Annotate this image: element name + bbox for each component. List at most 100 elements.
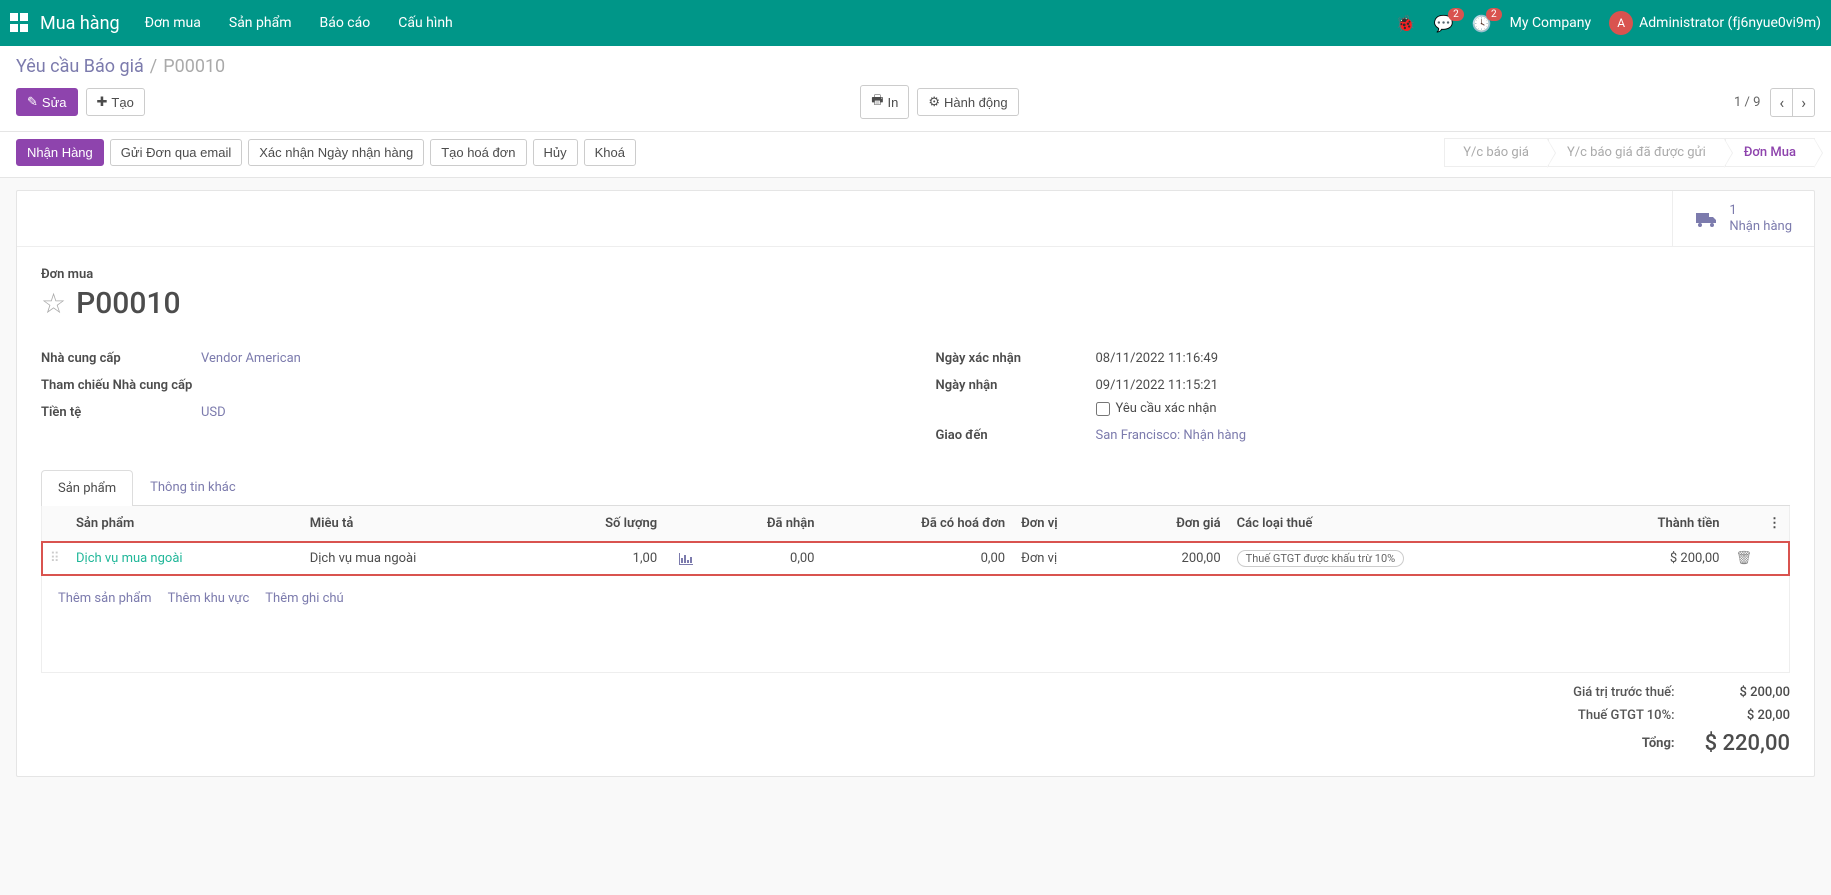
avatar: A: [1609, 11, 1633, 35]
stat-label: Nhận hàng: [1729, 219, 1792, 235]
untaxed-label: Giá trị trước thuế:: [1573, 685, 1674, 700]
stat-count: 1: [1729, 203, 1792, 219]
lock-button[interactable]: Khoá: [584, 139, 636, 166]
cell-subtotal: $ 200,00: [1579, 542, 1728, 576]
th-taxes[interactable]: Các loại thuế: [1229, 506, 1579, 542]
deliver-to-label: Giao đến: [936, 428, 1096, 443]
app-brand[interactable]: Mua hàng: [40, 13, 120, 34]
cell-product[interactable]: Dịch vụ mua ngoài: [76, 551, 183, 566]
messages-icon[interactable]: 💬2: [1434, 14, 1454, 33]
messages-badge: 2: [1448, 8, 1464, 21]
activities-icon[interactable]: 🕓2: [1472, 14, 1492, 33]
activities-badge: 2: [1486, 8, 1502, 21]
order-lines-table: Sản phẩm Miêu tả Số lượng Đã nhận Đã có …: [41, 506, 1790, 673]
stat-receipts[interactable]: 1 Nhận hàng: [1672, 191, 1814, 246]
tab-products[interactable]: Sản phẩm: [41, 470, 133, 506]
add-product-link[interactable]: Thêm sản phẩm: [58, 591, 152, 606]
action-button[interactable]: ⚙Hành động: [917, 88, 1018, 116]
plus-icon: ✚: [97, 94, 108, 110]
nav-products[interactable]: Sản phẩm: [229, 15, 292, 31]
user-menu[interactable]: A Administrator (fj6nyue0vi9m): [1609, 11, 1821, 35]
nav-config[interactable]: Cấu hình: [398, 15, 453, 31]
nav-reports[interactable]: Báo cáo: [319, 15, 370, 31]
send-email-button[interactable]: Gửi Đơn qua email: [110, 139, 242, 166]
cell-desc[interactable]: Dịch vụ mua ngoài: [302, 542, 536, 576]
truck-icon: [1695, 207, 1719, 231]
confirm-date-value: 08/11/2022 11:16:49: [1096, 351, 1791, 366]
tab-other-info[interactable]: Thông tin khác: [133, 469, 252, 505]
pencil-icon: ✎: [27, 94, 38, 110]
untaxed-value: $ 200,00: [1705, 685, 1790, 700]
total-value: $ 220,00: [1705, 731, 1790, 756]
tabs: Sản phẩm Thông tin khác: [41, 469, 1790, 506]
confirm-date-label: Ngày xác nhận: [936, 351, 1096, 366]
vendor-ref-label: Tham chiếu Nhà cung cấp: [41, 378, 201, 393]
vendor-value[interactable]: Vendor American: [201, 351, 301, 366]
breadcrumb-parent[interactable]: Yêu cầu Báo giá: [16, 56, 144, 77]
currency-label: Tiền tệ: [41, 405, 201, 420]
pager-text[interactable]: 1 / 9: [1734, 95, 1760, 110]
ask-confirm-label: Yêu cầu xác nhận: [1116, 401, 1217, 416]
gear-icon: ⚙: [928, 94, 940, 110]
user-name: Administrator (fj6nyue0vi9m): [1639, 15, 1821, 31]
tax-label: Thuế GTGT 10%:: [1573, 708, 1674, 723]
pager-next[interactable]: ›: [1793, 89, 1814, 116]
cell-qty[interactable]: 1,00: [535, 542, 665, 576]
th-price[interactable]: Đơn giá: [1113, 506, 1228, 542]
status-steps: Y/c báo giá Y/c báo giá đã được gửi Đơn …: [1444, 138, 1815, 167]
th-received[interactable]: Đã nhận: [701, 506, 822, 542]
th-optional-toggle[interactable]: ⋮: [1760, 506, 1789, 542]
cell-tax-tag[interactable]: Thuế GTGT được khấu trừ 10%: [1237, 550, 1405, 567]
print-icon: 🖶: [871, 91, 883, 113]
delete-row-icon[interactable]: 🗑: [1735, 551, 1752, 566]
th-uom[interactable]: Đơn vị: [1013, 506, 1113, 542]
total-label: Tổng:: [1573, 736, 1674, 751]
confirm-date-button[interactable]: Xác nhận Ngày nhận hàng: [248, 139, 424, 166]
th-subtotal[interactable]: Thành tiền: [1579, 506, 1728, 542]
company-switcher[interactable]: My Company: [1510, 15, 1592, 31]
cell-uom[interactable]: Đơn vị: [1013, 542, 1113, 576]
create-bill-button[interactable]: Tạo hoá đơn: [430, 139, 526, 166]
debug-icon[interactable]: 🐞: [1396, 14, 1416, 33]
edit-button[interactable]: ✎Sửa: [16, 88, 78, 116]
vendor-label: Nhà cung cấp: [41, 351, 201, 366]
doc-name: P00010: [76, 286, 180, 321]
print-button[interactable]: 🖶In: [860, 85, 909, 119]
th-qty[interactable]: Số lượng: [535, 506, 665, 542]
create-button[interactable]: ✚Tạo: [86, 88, 145, 116]
tax-value: $ 20,00: [1705, 708, 1790, 723]
cell-billed[interactable]: 0,00: [823, 542, 1014, 576]
deliver-to-value[interactable]: San Francisco: Nhận hàng: [1096, 428, 1247, 443]
totals: Giá trị trước thuế: $ 200,00 Thuế GTGT 1…: [41, 685, 1790, 756]
add-note-link[interactable]: Thêm ghi chú: [265, 591, 343, 606]
breadcrumb: Yêu cầu Báo giá / P00010: [0, 46, 1831, 77]
form-sheet: 1 Nhận hàng Đơn mua ☆ P00010 Nhà cung cấ…: [16, 190, 1815, 777]
ask-confirm-checkbox[interactable]: [1096, 402, 1110, 416]
receipt-date-label: Ngày nhận: [936, 378, 1096, 393]
statusbar: Nhận Hàng Gửi Đơn qua email Xác nhận Ngà…: [0, 132, 1831, 178]
th-billed[interactable]: Đã có hoá đơn: [823, 506, 1014, 542]
priority-star[interactable]: ☆: [41, 287, 66, 320]
th-product[interactable]: Sản phẩm: [68, 506, 302, 542]
receipt-date-value: 09/11/2022 11:15:21: [1096, 378, 1791, 393]
step-rfq-sent[interactable]: Y/c báo giá đã được gửi: [1548, 138, 1725, 167]
navbar: Mua hàng Đơn mua Sản phẩm Báo cáo Cấu hì…: [0, 0, 1831, 46]
step-rfq[interactable]: Y/c báo giá: [1444, 138, 1548, 167]
pager-prev[interactable]: ‹: [1771, 89, 1793, 116]
breadcrumb-current: P00010: [163, 56, 225, 77]
th-desc[interactable]: Miêu tả: [302, 506, 536, 542]
breadcrumb-separator: /: [150, 56, 157, 77]
nav-orders[interactable]: Đơn mua: [145, 15, 201, 31]
drag-handle-icon[interactable]: ⠿: [50, 551, 60, 566]
cell-price[interactable]: 200,00: [1113, 542, 1228, 576]
cell-received[interactable]: 0,00: [701, 542, 822, 576]
control-panel: Yêu cầu Báo giá / P00010 ✎Sửa ✚Tạo 🖶In ⚙…: [0, 46, 1831, 132]
apps-icon[interactable]: [10, 13, 30, 33]
cancel-button[interactable]: Hủy: [533, 139, 578, 166]
forecast-chart-icon[interactable]: [679, 551, 693, 566]
step-purchase-order[interactable]: Đơn Mua: [1725, 138, 1815, 167]
add-section-link[interactable]: Thêm khu vực: [168, 591, 250, 606]
table-row[interactable]: ⠿ Dịch vụ mua ngoài Dịch vụ mua ngoài 1,…: [42, 542, 1789, 576]
currency-value[interactable]: USD: [201, 405, 226, 420]
receive-button[interactable]: Nhận Hàng: [16, 139, 104, 166]
